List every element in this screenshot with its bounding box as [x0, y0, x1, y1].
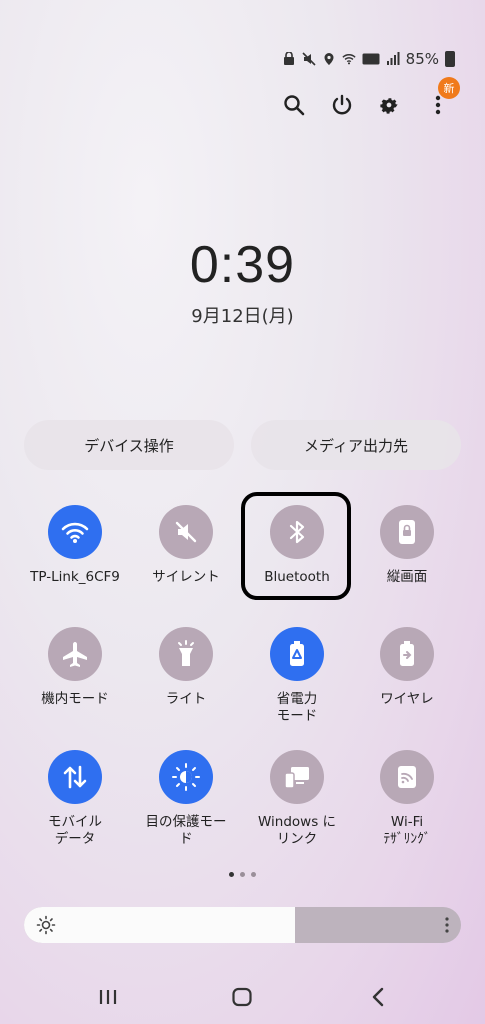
tile-label: モバイル データ — [48, 814, 102, 847]
tile-label: サイレント — [152, 569, 220, 585]
tile-label: 機内モード — [41, 691, 109, 707]
tile-link-to-windows[interactable]: Windows に リンク — [242, 750, 352, 848]
quick-panel-toolbar: 新 — [0, 77, 485, 127]
status-bar: 85% — [282, 50, 455, 68]
clock-date: 9月12日(月) — [191, 306, 294, 327]
device-control-button[interactable]: デバイス操作 — [24, 420, 234, 470]
brightness-slider[interactable] — [24, 907, 461, 943]
wifi-icon — [342, 52, 356, 66]
pager-dots — [0, 872, 485, 877]
tile-label: 縦画面 — [386, 569, 428, 585]
wifi-hotspot-icon[interactable] — [380, 750, 434, 804]
wireless-powershare-icon[interactable] — [380, 627, 434, 681]
gear-icon[interactable] — [371, 87, 407, 123]
volte-icon — [362, 52, 380, 66]
recents-button[interactable] — [88, 982, 128, 1012]
tile-label: TP-Link_6CF9 — [30, 569, 120, 585]
battery-text: 85% — [405, 50, 439, 68]
tile-label: Windows に リンク — [257, 814, 337, 847]
navigation-bar — [0, 982, 485, 1012]
mobile-data-icon[interactable] — [48, 750, 102, 804]
pager-dot — [251, 872, 256, 877]
brightness-more-icon[interactable] — [445, 916, 449, 938]
tile-power-saving[interactable]: 省電力 モード — [242, 627, 352, 725]
tile-label: ライト — [165, 691, 207, 707]
link-to-windows-icon[interactable] — [270, 750, 324, 804]
signal-icon — [386, 52, 400, 66]
location-icon — [322, 52, 336, 66]
tile-eye-comfort[interactable]: 目の保護モー ド — [131, 750, 241, 848]
tile-airplane[interactable]: 機内モード — [20, 627, 130, 708]
tile-label: Wi-Fi ﾃｻﾞﾘﾝｸﾞ — [383, 814, 431, 847]
tile-label: 省電力 モード — [276, 691, 318, 724]
security-icon — [282, 52, 296, 66]
airplane-icon[interactable] — [48, 627, 102, 681]
tile-wifi-hotspot[interactable]: Wi-Fi ﾃｻﾞﾘﾝｸﾞ — [352, 750, 462, 848]
clock-time: 0:39 — [189, 236, 296, 294]
power-saving-icon[interactable] — [270, 627, 324, 681]
eye-comfort-icon[interactable] — [159, 750, 213, 804]
brightness-fill — [24, 907, 295, 943]
search-icon[interactable] — [276, 87, 312, 123]
home-button[interactable] — [222, 982, 262, 1012]
media-output-button[interactable]: メディア出力先 — [251, 420, 461, 470]
new-badge: 新 — [438, 77, 460, 99]
tile-wireless-powershare[interactable]: ワイヤレ — [352, 627, 462, 708]
mute-icon[interactable] — [159, 505, 213, 559]
tile-wifi[interactable]: TP-Link_6CF9 — [20, 505, 130, 586]
pager-dot — [240, 872, 245, 877]
bluetooth-highlight-box — [241, 492, 351, 600]
pager-dot — [229, 872, 234, 877]
tile-flashlight[interactable]: ライト — [131, 627, 241, 708]
flashlight-icon[interactable] — [159, 627, 213, 681]
tile-portrait-lock[interactable]: 縦画面 — [352, 505, 462, 586]
battery-icon — [445, 51, 455, 67]
tile-mobile-data[interactable]: モバイル データ — [20, 750, 130, 848]
tile-label: ワイヤレ — [380, 691, 434, 707]
power-icon[interactable] — [324, 87, 360, 123]
wifi-icon[interactable] — [48, 505, 102, 559]
mute-icon — [302, 52, 316, 66]
tile-mute[interactable]: サイレント — [131, 505, 241, 586]
portrait-lock-icon[interactable] — [380, 505, 434, 559]
tile-label: 目の保護モー ド — [145, 814, 227, 847]
back-button[interactable] — [358, 982, 398, 1012]
more-icon[interactable]: 新 — [420, 77, 460, 123]
sun-icon — [36, 915, 56, 939]
